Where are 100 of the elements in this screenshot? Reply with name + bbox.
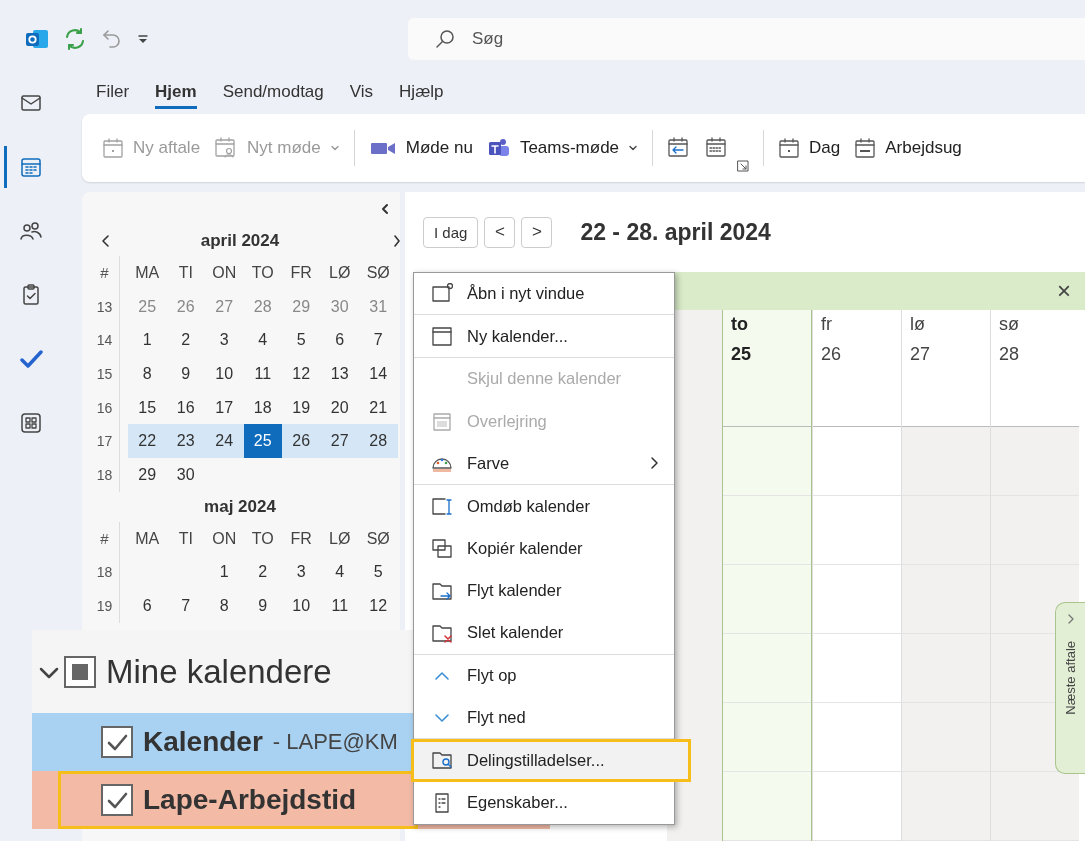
weekday-label: sø — [998, 313, 1020, 337]
calendar-day[interactable]: 12 — [282, 357, 321, 391]
month-title: maj 2024 — [204, 496, 276, 517]
calendar-day[interactable]: 21 — [359, 390, 398, 425]
ribbon-button[interactable]: Arbejdsug — [854, 137, 962, 159]
next-appointment-tab[interactable]: Næste aftale — [1055, 602, 1085, 774]
calendar-day[interactable]: 17 — [205, 390, 244, 425]
calendar-day[interactable]: 20 — [320, 390, 359, 425]
date-range-title: 22 - 28. april 2024 — [580, 218, 771, 246]
calendar-day[interactable]: 24 — [205, 424, 244, 459]
calendar-day[interactable]: 1 — [205, 555, 244, 590]
month-title: april 2024 — [200, 231, 280, 251]
calendar-day[interactable]: 6 — [320, 323, 359, 358]
calendar-icon — [102, 137, 124, 159]
calendar-day[interactable]: 8 — [128, 357, 167, 391]
teams-icon — [486, 137, 511, 159]
date-label: 26 — [820, 343, 843, 367]
menu-item[interactable]: Farve — [414, 442, 674, 485]
menu-tab[interactable]: Vis — [349, 82, 374, 106]
ribbon-button[interactable]: Dag — [778, 137, 841, 159]
calendar-day[interactable]: 10 — [282, 589, 321, 623]
calendar-day[interactable]: 19 — [282, 390, 321, 425]
calendar-day[interactable]: 3 — [205, 323, 244, 358]
calendar-day[interactable]: 11 — [243, 357, 282, 391]
calendar-day[interactable]: 16 — [166, 390, 205, 425]
calendar-day[interactable]: 25 — [243, 424, 282, 459]
week-number: 15 — [90, 357, 120, 391]
week-number-header: # — [90, 256, 120, 290]
calendar-day[interactable]: 2 — [243, 555, 282, 590]
calendar-day[interactable]: 5 — [282, 323, 321, 358]
menu-item[interactable]: Flyt op — [414, 654, 674, 697]
calendar-day[interactable]: 18 — [243, 390, 282, 425]
calendar-day[interactable]: 22 — [128, 424, 167, 459]
calendar-day[interactable]: 3 — [282, 555, 321, 590]
menu-item[interactable]: Kopiér kalender — [414, 527, 674, 570]
weekday-header: TI — [177, 262, 194, 283]
caret-icon — [329, 143, 340, 153]
menu-item[interactable]: Slet kalender — [414, 612, 674, 655]
calendar-day[interactable]: 11 — [320, 589, 359, 623]
checkmark-icon — [18, 347, 43, 371]
previous-week-button[interactable]: < — [484, 216, 516, 248]
search-field[interactable]: Søg — [408, 18, 1085, 60]
calendar-day[interactable]: 23 — [166, 424, 205, 459]
calendar-day[interactable]: 1 — [128, 323, 167, 358]
calendar-day[interactable]: 7 — [166, 589, 205, 623]
collapse-icon[interactable] — [380, 203, 390, 215]
next-week-button[interactable]: > — [521, 216, 553, 248]
menu-tab[interactable]: Hjem — [155, 82, 197, 109]
weekday-header: ON — [211, 528, 238, 549]
weekday-header: SØ — [365, 528, 391, 549]
calendar-name: Kalender — [143, 726, 263, 758]
week-number-header: # — [90, 521, 120, 556]
calendar-day[interactable]: 6 — [128, 589, 167, 623]
ribbon-button[interactable]: Møde nu — [368, 138, 473, 158]
checkbox[interactable] — [101, 784, 133, 816]
calendar-day[interactable]: 28 — [359, 424, 398, 459]
checkbox[interactable] — [101, 726, 133, 758]
menu-item[interactable]: Omdøb kalender — [414, 484, 674, 528]
customize-caret-icon[interactable] — [136, 32, 150, 46]
calendar-day[interactable]: 4 — [320, 555, 359, 590]
chevron-right-icon — [1066, 613, 1075, 625]
calendar-day[interactable]: 7 — [359, 323, 398, 358]
calendar-day[interactable]: 27 — [320, 424, 359, 459]
today-button[interactable]: I dag — [423, 216, 479, 248]
calendar-day[interactable]: 9 — [166, 357, 205, 391]
calendar-day[interactable]: 14 — [359, 357, 398, 391]
menu-item[interactable]: Flyt kalender — [414, 569, 674, 613]
rename-icon — [431, 495, 453, 518]
chevron-left-icon[interactable] — [100, 234, 110, 248]
calendar-day[interactable]: 30 — [166, 458, 205, 492]
calendar-day[interactable]: 4 — [243, 323, 282, 358]
menu-item[interactable]: Åbn i nyt vindue — [414, 273, 674, 316]
dialog-launcher-icon[interactable] — [737, 160, 750, 172]
week-number: 18 — [90, 555, 120, 590]
calendar-day[interactable]: 9 — [243, 589, 282, 623]
calendar-icon — [431, 410, 453, 433]
calendar-day[interactable]: 5 — [359, 555, 398, 590]
menu-tab[interactable]: Filer — [96, 82, 130, 106]
weekday-label: fr — [820, 313, 833, 337]
calendar-day[interactable]: 15 — [128, 390, 167, 425]
calendar-day[interactable]: 12 — [359, 589, 398, 623]
close-button[interactable]: × — [1057, 279, 1071, 303]
chevron-right-icon[interactable] — [394, 234, 400, 248]
outlook-logo-icon[interactable] — [24, 27, 50, 51]
date-label: 28 — [998, 343, 1021, 367]
calendar-day[interactable]: 26 — [282, 424, 321, 459]
calendar-day[interactable]: 13 — [320, 357, 359, 391]
calendar-day[interactable]: 2 — [166, 323, 205, 358]
menu-item[interactable]: Delingstilladelser... — [411, 739, 691, 782]
calendar-day[interactable]: 8 — [205, 589, 244, 623]
menu-tab[interactable]: Send/modtag — [222, 82, 324, 106]
search-icon — [434, 28, 456, 50]
checkbox[interactable] — [64, 655, 96, 688]
menu-item[interactable]: Ny kalender... — [414, 315, 674, 358]
calendar-day[interactable]: 10 — [205, 357, 244, 391]
calendar-day[interactable]: 29 — [128, 458, 167, 492]
menu-tab[interactable]: Hjælp — [399, 82, 444, 106]
ribbon-button[interactable]: Teams-møde — [486, 137, 639, 159]
weekday-header: MA — [134, 528, 161, 549]
caret-icon — [628, 143, 639, 153]
